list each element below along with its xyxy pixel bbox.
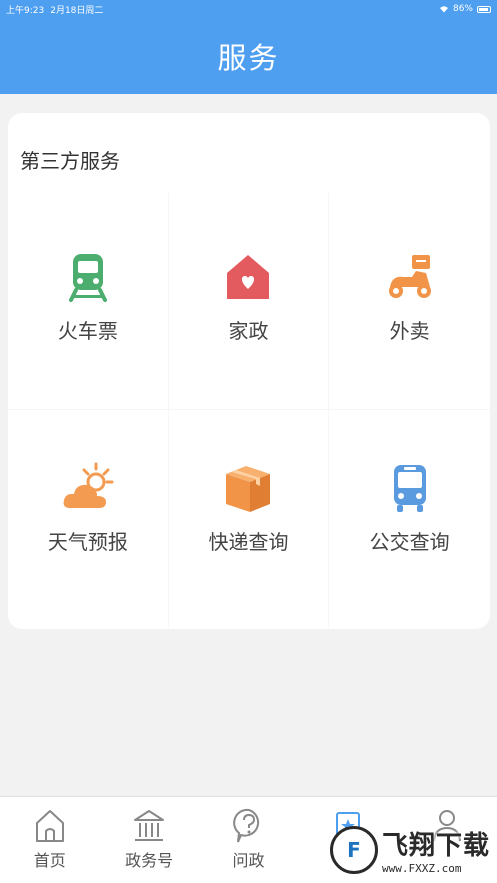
service-label: 家政 — [228, 319, 269, 343]
status-date: 2月18日周二 — [50, 5, 104, 16]
watermark-logo-icon: F — [330, 825, 378, 874]
question-icon — [232, 808, 259, 843]
wifi-icon — [439, 6, 448, 13]
status-time: 上午9:23 — [6, 5, 45, 16]
service-label: 天气预报 — [47, 530, 128, 554]
service-train-ticket[interactable]: 火车票 — [8, 193, 169, 410]
tab-label: 政务号 — [125, 851, 174, 870]
tab-government-account[interactable]: 政务号 — [99, 797, 198, 883]
tab-ask-government[interactable]: 问政 — [199, 797, 298, 883]
service-label: 外卖 — [389, 319, 430, 343]
service-takeout[interactable]: 外卖 — [329, 193, 490, 410]
watermark-url: www.FXXZ.com — [382, 861, 462, 875]
service-weather[interactable]: 天气预报 — [8, 410, 169, 627]
tab-label: 首页 — [33, 851, 66, 870]
government-building-icon — [134, 810, 165, 841]
watermark-name: 飞翔下载 — [382, 830, 491, 861]
service-label: 火车票 — [57, 319, 118, 343]
services-card: 第三方服务 火车票 家政 外卖 天气预报 快递查询 公交查询 — [8, 113, 490, 629]
service-bus-query[interactable]: 公交查询 — [329, 410, 490, 627]
home-icon — [35, 810, 64, 842]
service-label: 快递查询 — [208, 530, 289, 554]
scooter-icon — [388, 255, 431, 298]
service-housekeeping[interactable]: 家政 — [168, 193, 330, 410]
bus-icon — [393, 465, 426, 512]
service-express-query[interactable]: 快递查询 — [169, 410, 330, 627]
section-title: 第三方服务 — [20, 149, 120, 173]
service-label: 公交查询 — [369, 530, 450, 554]
sun-cloud-icon — [63, 462, 114, 508]
tab-home[interactable]: 首页 — [0, 797, 99, 883]
header: 服务 — [0, 18, 497, 94]
battery-icon — [477, 5, 491, 13]
train-icon — [68, 254, 107, 302]
battery-percent: 86% — [452, 4, 473, 14]
page-title: 服务 — [217, 41, 280, 75]
package-icon — [226, 466, 271, 512]
services-grid: 火车票 家政 外卖 天气预报 快递查询 公交查询 — [8, 193, 490, 627]
watermark: F 飞翔下载 www.FXXZ.com — [330, 822, 490, 877]
house-heart-icon — [227, 255, 270, 299]
status-bar: 上午9:23 2月18日周二 86% — [0, 0, 497, 18]
tab-label: 问政 — [232, 851, 265, 870]
